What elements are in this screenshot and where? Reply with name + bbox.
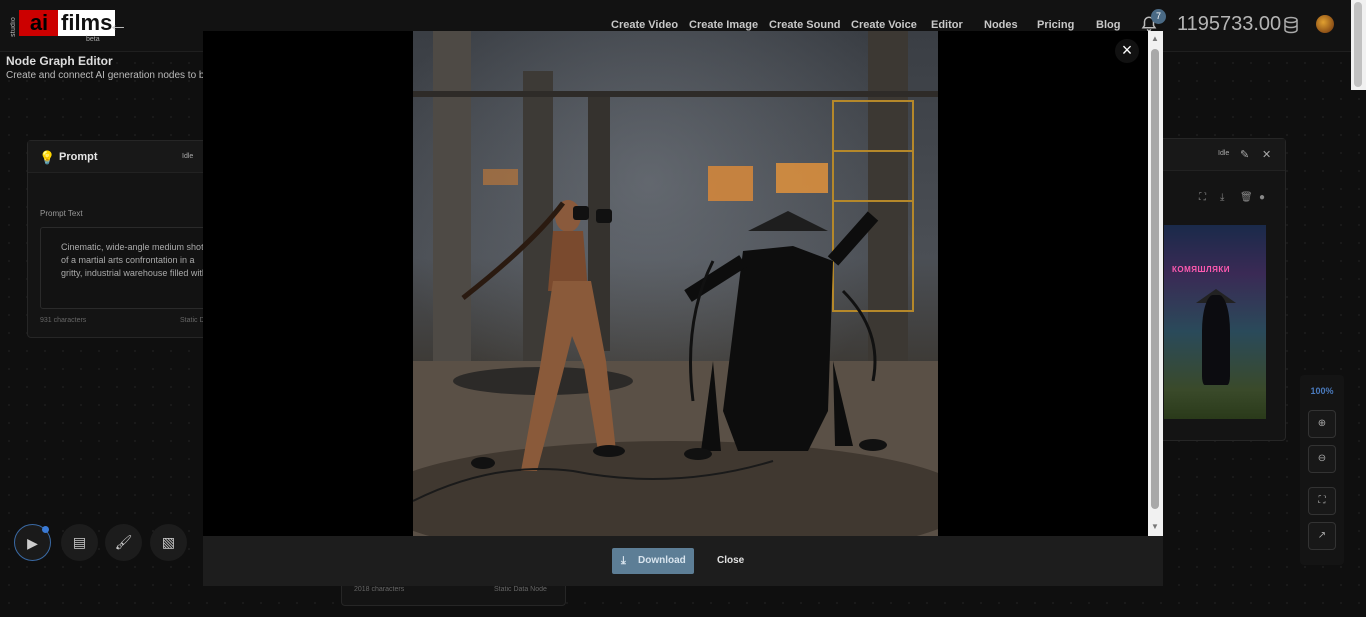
nav-pricing[interactable]: Pricing [1037,19,1074,31]
modal-scrollbar-thumb[interactable] [1151,49,1159,509]
image-node[interactable]: Idle ✎ ✕ ⛶ ⤓ 🗑 ● КОМЯШЛЯКИ [1150,138,1286,441]
document-icon[interactable]: ▤ [61,524,98,561]
active-dot [42,526,49,533]
page-scrollbar[interactable] [1351,0,1366,90]
scroll-down-icon[interactable]: ▼ [1151,522,1159,531]
notification-badge: 7 [1151,9,1166,24]
logo-studio: studio [10,17,17,37]
page-scrollbar-thumb[interactable] [1354,2,1362,87]
nav-blog[interactable]: Blog [1096,19,1120,31]
image-preview-modal: × ▲ ▼ ⤓ Download Close [203,31,1163,586]
prompt-textarea[interactable]: Cinematic, wide-angle medium shot of a m… [40,227,210,309]
nav-create-video[interactable]: Create Video [611,19,678,31]
thumbnail-figure [1202,295,1230,385]
prompt-text-label: Prompt Text [40,209,83,218]
logo[interactable]: studio ai films beta [10,9,116,43]
avatar[interactable] [1316,15,1334,33]
fullscreen-icon[interactable]: ⛶ [1199,192,1206,203]
zoom-out-icon[interactable]: ⊖ [1308,445,1336,473]
trash-icon[interactable]: 🗑 [1240,192,1253,203]
nav-create-voice[interactable]: Create Voice [851,19,917,31]
martial-arts-image [413,31,938,536]
prompt-node-header[interactable]: 💡 Prompt Idle [28,141,206,173]
char-count: 931 characters [40,317,87,324]
logo-films: films [58,10,116,36]
logo-ai: ai [19,10,59,36]
status-badge: Idle [1218,150,1230,157]
page-description: Create and connect AI generation nodes t… [6,70,203,81]
node-type-label: Static D [180,317,205,324]
external-link-icon[interactable]: ↗ [1308,522,1336,550]
download-icon: ⤓ [621,555,626,567]
image-icon[interactable]: ▧ [150,524,187,561]
prompt-node[interactable]: 💡 Prompt Idle Prompt Text Cinematic, wid… [27,140,210,338]
arrow-left-icon[interactable]: ← [108,14,128,37]
node-type-label: Static Data Node [494,586,547,593]
lightbulb-icon: 💡 [39,150,56,165]
prompt-node-title: Prompt [59,151,98,163]
fit-view-icon[interactable]: ⛶ [1308,487,1336,515]
zoom-in-icon[interactable]: ⊕ [1308,410,1336,438]
preview-image [413,31,938,536]
nav-editor[interactable]: Editor [931,19,963,31]
nav-nodes[interactable]: Nodes [984,19,1018,31]
char-count: 2018 characters [354,586,405,593]
nav-create-image[interactable]: Create Image [689,19,758,31]
scroll-up-icon[interactable]: ▲ [1151,34,1159,43]
page-title: Node Graph Editor [6,54,113,68]
status-dot-icon: ● [1259,192,1266,203]
modal-scrollbar[interactable]: ▲ ▼ [1148,31,1163,536]
status-badge: Idle [182,153,194,160]
logo-beta: beta [86,36,100,43]
download-icon[interactable]: ⤓ [1220,192,1224,203]
edit-icon[interactable]: ✎ [1240,148,1249,161]
download-button[interactable]: ⤓ Download [612,548,694,574]
image-node-header[interactable]: Idle ✎ ✕ [1151,139,1285,171]
nav-create-sound[interactable]: Create Sound [769,19,841,31]
image-thumbnail[interactable]: КОМЯШЛЯКИ [1164,225,1266,419]
zoom-controls: 100% ⊕ ⊖ ⛶ ↗ [1300,375,1344,565]
credits-balance: 1195733.00 [1177,13,1282,35]
download-label: Download [638,555,686,566]
paint-roller-icon[interactable]: 🖌 [105,524,142,561]
modal-footer: ⤓ Download Close [203,536,1163,586]
close-icon[interactable]: × [1115,39,1139,63]
close-button[interactable]: Close [717,555,744,566]
play-icon[interactable]: ▶ [14,524,51,561]
zoom-level: 100% [1310,386,1334,396]
thumbnail-sign-text: КОМЯШЛЯКИ [1172,265,1231,274]
coins-icon [1284,16,1298,34]
close-icon[interactable]: ✕ [1262,148,1271,161]
